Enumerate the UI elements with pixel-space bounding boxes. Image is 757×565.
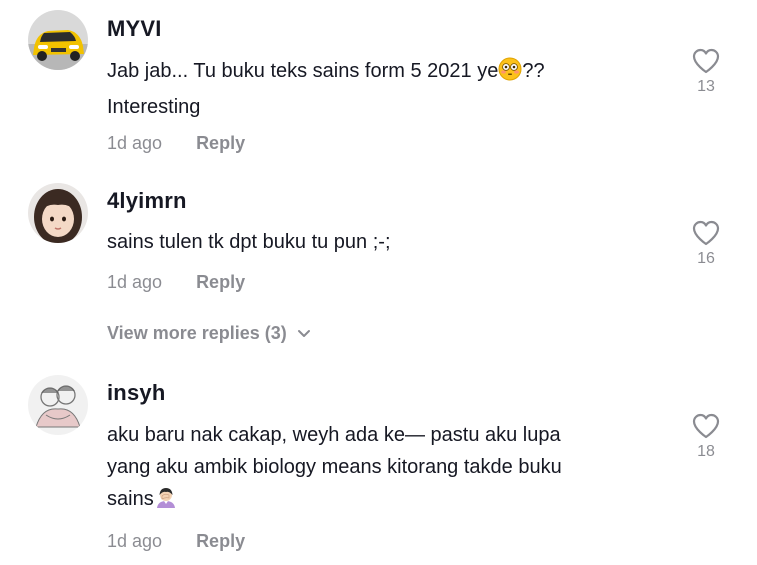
comment-text-line: Jab jab... Tu buku teks sains form 5 202… xyxy=(107,60,499,82)
comment-text-line: sains xyxy=(107,488,154,510)
comment-text-line: ?? xyxy=(522,60,545,82)
heart-icon xyxy=(692,220,720,246)
comment-time: 1d ago xyxy=(107,272,163,292)
comment-text: sains tulen tk dpt buku tu pun ;-; xyxy=(107,226,667,258)
avatar[interactable] xyxy=(28,10,88,70)
like-button[interactable]: 18 xyxy=(686,413,726,461)
reply-button[interactable]: Reply xyxy=(196,272,245,292)
view-more-replies-label: View more replies (3) xyxy=(107,323,287,343)
flushed-face-emoji-icon xyxy=(498,57,522,91)
girl-avatar-image xyxy=(28,183,88,243)
view-more-replies-button[interactable]: View more replies (3) xyxy=(107,323,311,344)
heart-icon xyxy=(692,48,720,74)
like-count: 18 xyxy=(697,443,715,460)
like-button[interactable]: 16 xyxy=(686,220,726,268)
heart-icon xyxy=(692,413,720,439)
comment-text-line: Interesting xyxy=(107,96,201,118)
comment-text: aku baru nak cakap, weyh ada ke— pastu a… xyxy=(107,419,667,519)
comment-text: Jab jab... Tu buku teks sains form 5 202… xyxy=(107,55,667,123)
like-count: 13 xyxy=(697,78,715,95)
comment-time: 1d ago xyxy=(107,531,163,551)
person-facepalming-emoji-icon xyxy=(154,485,178,519)
comment-meta: 1d ago Reply xyxy=(107,133,245,154)
comment-time: 1d ago xyxy=(107,133,163,153)
sketch-avatar-image xyxy=(28,375,88,435)
comment-username[interactable]: 4lyimrn xyxy=(107,188,187,214)
comment-meta: 1d ago Reply xyxy=(107,531,245,552)
like-count: 16 xyxy=(697,250,715,267)
comment-username[interactable]: MYVI xyxy=(107,16,162,42)
comment-meta: 1d ago Reply xyxy=(107,272,245,293)
car-avatar-image xyxy=(28,10,88,70)
reply-button[interactable]: Reply xyxy=(196,531,245,551)
comment-text-line: sains tulen tk dpt buku tu pun ;-; xyxy=(107,231,391,253)
avatar[interactable] xyxy=(28,375,88,435)
reply-button[interactable]: Reply xyxy=(196,133,245,153)
comment-text-line: aku baru nak cakap, weyh ada ke— pastu a… xyxy=(107,424,561,446)
comment-text-line: yang aku ambik biology means kitorang ta… xyxy=(107,456,562,478)
like-button[interactable]: 13 xyxy=(686,48,726,96)
chevron-down-icon xyxy=(297,323,311,344)
avatar[interactable] xyxy=(28,183,88,243)
comment-username[interactable]: insyh xyxy=(107,380,165,406)
